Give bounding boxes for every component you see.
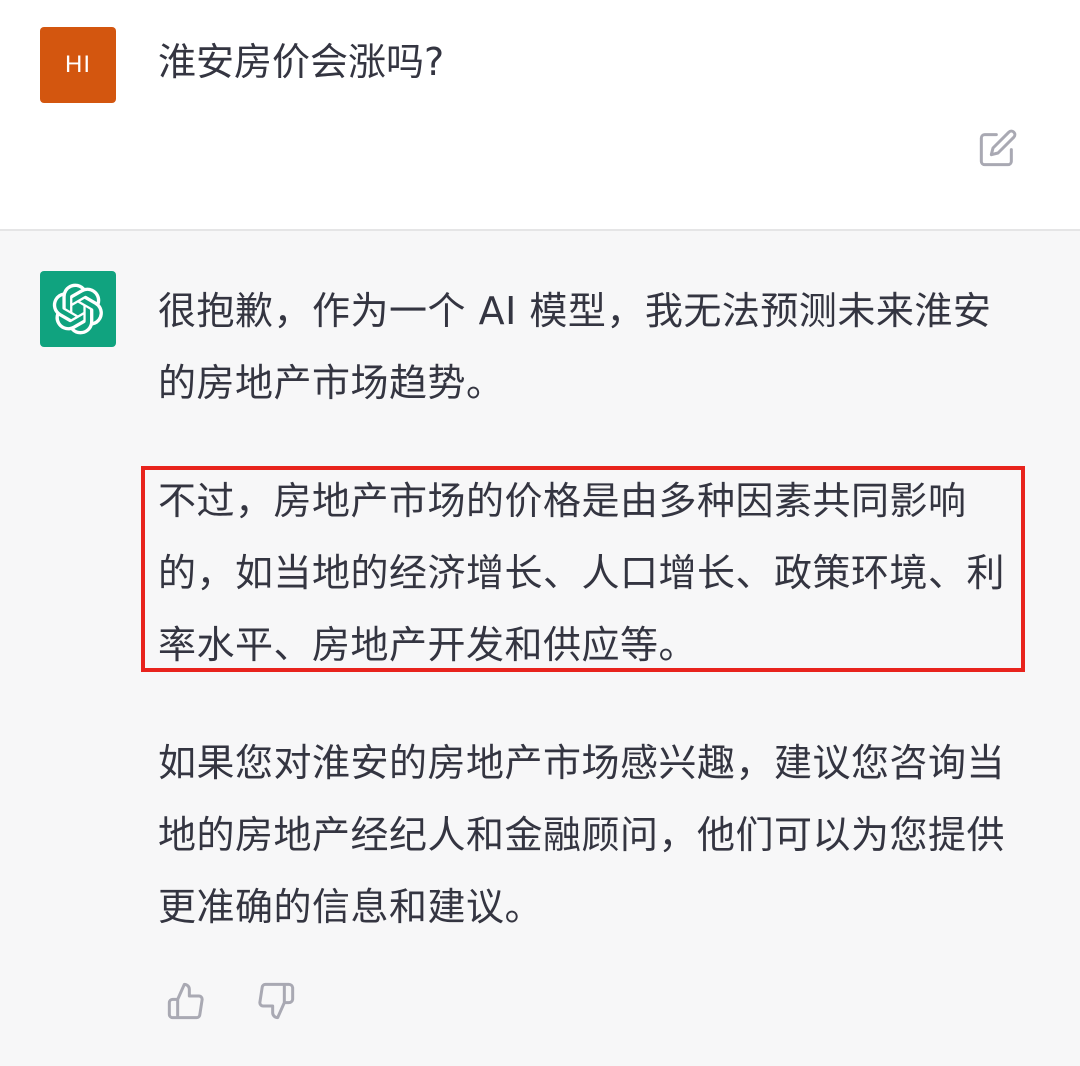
assistant-avatar: [40, 271, 116, 347]
dislike-button[interactable]: [254, 979, 298, 1023]
assistant-paragraph-1: 很抱歉，作为一个 AI 模型，我无法预测未来淮安的房地产市场趋势。: [158, 289, 992, 405]
assistant-message-row: 很抱歉，作为一个 AI 模型，我无法预测未来淮安的房地产市场趋势。 不过，房地产…: [0, 231, 1080, 1066]
user-message-row: HI 淮安房价会涨吗?: [0, 0, 1080, 229]
edit-message-button[interactable]: [976, 126, 1020, 170]
assistant-paragraph-3: 如果您对淮安的房地产市场感兴趣，建议您咨询当地的房地产经纪人和金融顾问，他们可以…: [158, 741, 1006, 929]
user-avatar: HI: [40, 27, 116, 103]
like-button[interactable]: [164, 979, 208, 1023]
edit-icon: [979, 129, 1017, 167]
openai-logo-icon: [52, 283, 103, 335]
highlight-box: [141, 466, 1025, 672]
thumbs-up-icon: [167, 982, 204, 1020]
thumbs-down-icon: [258, 982, 295, 1020]
user-message-text: 淮安房价会涨吗?: [158, 40, 445, 84]
